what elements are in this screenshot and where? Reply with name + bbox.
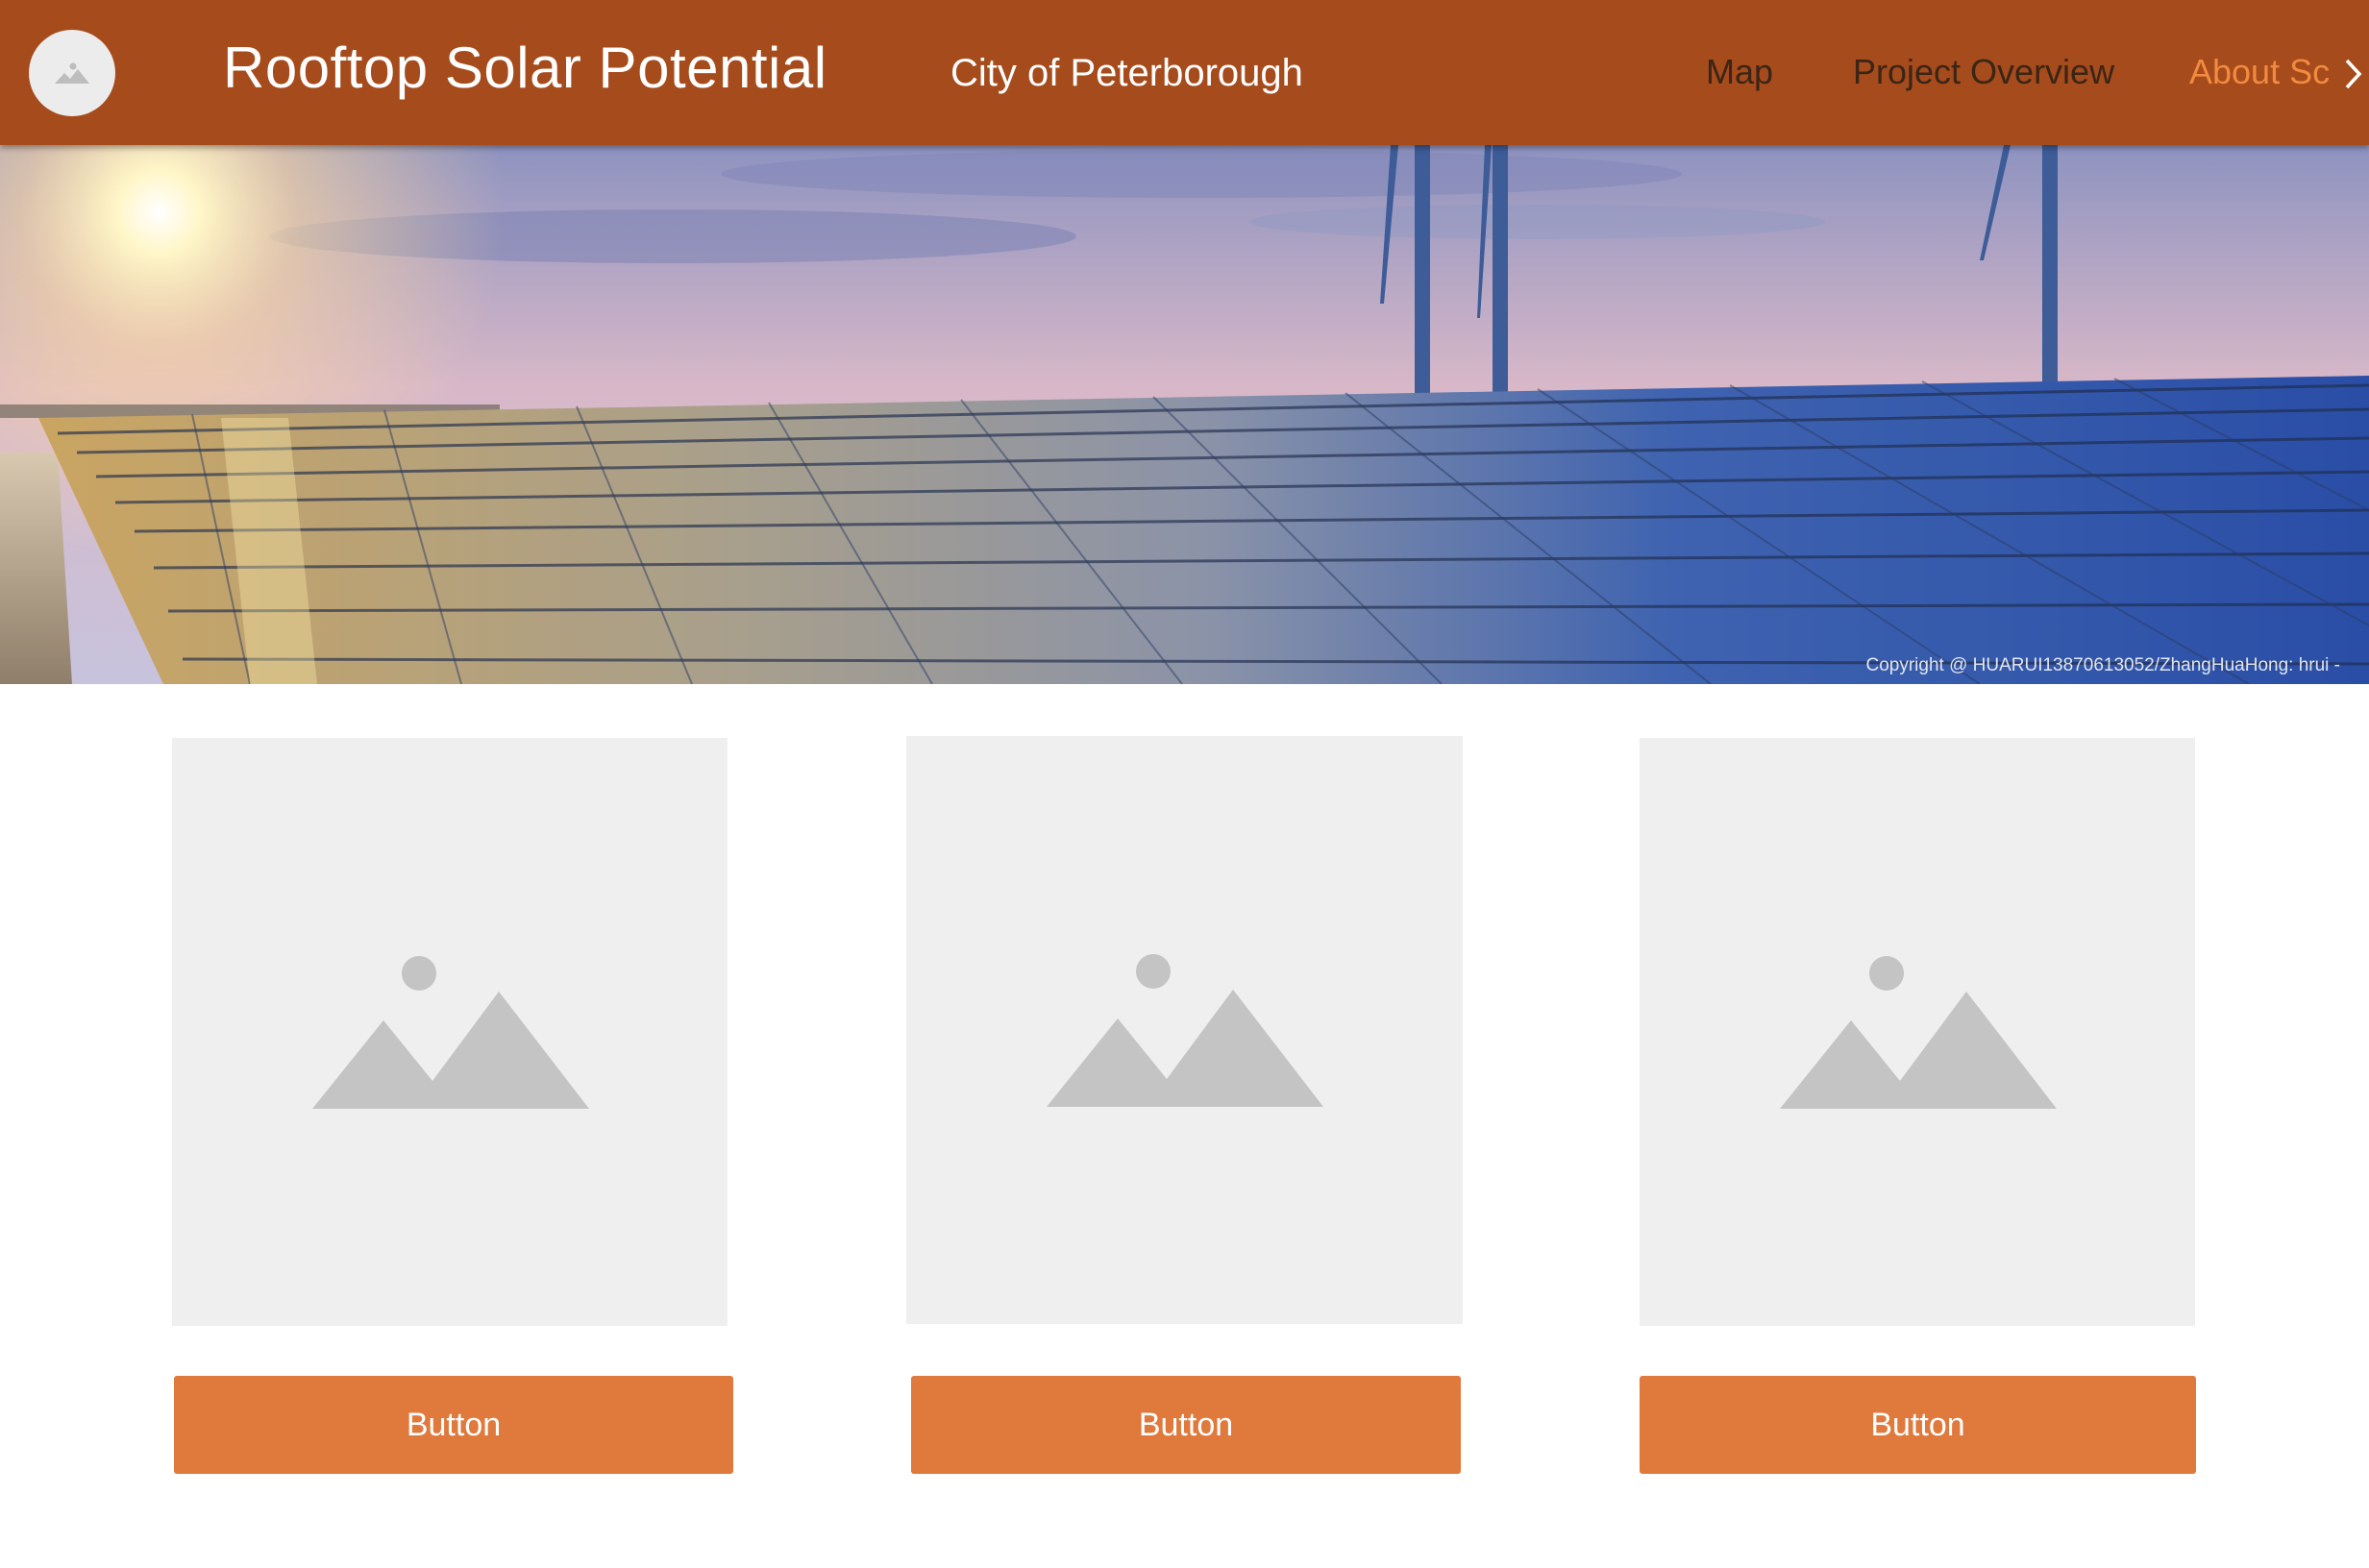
chevron-right-icon[interactable] — [2343, 58, 2364, 90]
nav-item-map[interactable]: Map — [1706, 52, 1773, 92]
logo[interactable] — [29, 30, 115, 116]
nav-item-project-overview[interactable]: Project Overview — [1853, 52, 2114, 92]
app-subtitle: City of Peterborough — [950, 52, 1303, 94]
card-image-2 — [906, 736, 1463, 1324]
nav-item-about[interactable]: About Sc — [2189, 52, 2332, 92]
card-button-3[interactable]: Button — [1640, 1376, 2196, 1474]
card-image-3 — [1640, 738, 2195, 1326]
image-placeholder-icon — [55, 62, 89, 84]
app-title: Rooftop Solar Potential — [223, 36, 827, 100]
image-placeholder-icon — [1780, 956, 2057, 1109]
hero-image: Copyright @ HUARUI13870613052/ZhangHuaHo… — [0, 145, 2369, 684]
solar-panel-photo — [0, 145, 2369, 684]
card-image-1 — [172, 738, 728, 1326]
image-placeholder-icon — [312, 956, 589, 1109]
card-button-1[interactable]: Button — [174, 1376, 733, 1474]
card-button-2[interactable]: Button — [911, 1376, 1461, 1474]
app-header: Rooftop Solar Potential City of Peterbor… — [0, 0, 2369, 145]
image-credit: Copyright @ HUARUI13870613052/ZhangHuaHo… — [1865, 655, 2340, 675]
image-placeholder-icon — [1047, 954, 1323, 1107]
